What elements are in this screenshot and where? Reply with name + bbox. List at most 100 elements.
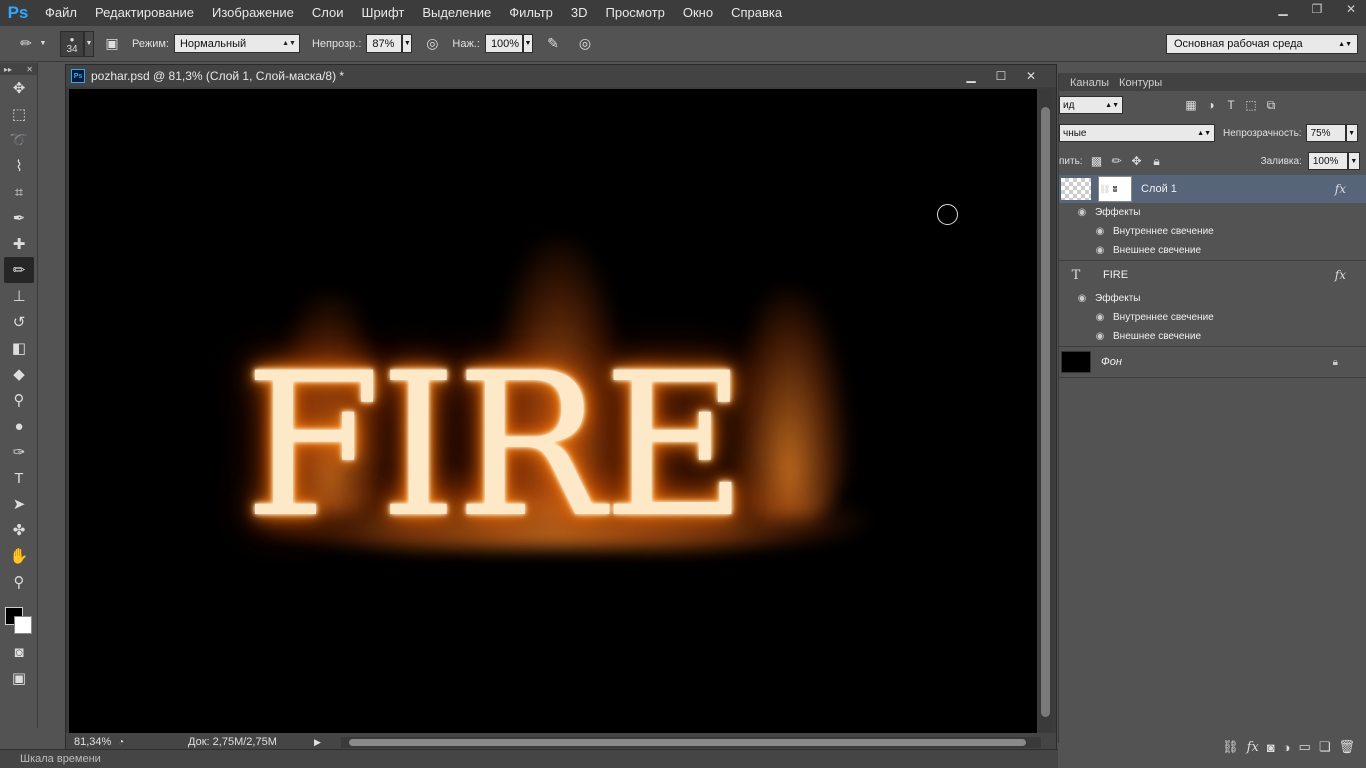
effects-group-row[interactable]: ◉ Эффекты — [1059, 289, 1366, 308]
hand-tool-icon[interactable]: ✋ — [0, 543, 38, 569]
timeline-label[interactable]: Шкала времени — [0, 753, 101, 765]
smart-object-filter-icon[interactable]: ⧉ — [1261, 96, 1281, 114]
shape-filter-icon[interactable]: ⬚ — [1241, 96, 1261, 114]
pixel-filter-icon[interactable]: ▦ — [1181, 96, 1201, 114]
fill-dropdown-icon[interactable]: ▼ — [1347, 152, 1360, 170]
layer-row[interactable]: Фон 🔒︎ — [1059, 347, 1366, 377]
fx-icon[interactable]: fx — [1335, 268, 1346, 282]
tool-preset-dropdown-icon[interactable]: ▼ — [38, 37, 48, 51]
close-panel-icon[interactable]: ✕ — [26, 65, 33, 74]
shape-tool-icon[interactable]: ✤ — [0, 517, 38, 543]
layer-name[interactable]: Слой 1 — [1141, 183, 1177, 195]
effect-row[interactable]: ◉ Внешнее свечение — [1059, 327, 1366, 346]
quick-mask-icon[interactable]: ◙ — [0, 639, 38, 665]
layer-item[interactable]: ⛓ ʬ Слой 1 fx ◉ Эффекты ◉ Внутреннее свече… — [1059, 175, 1366, 261]
workspace-select[interactable]: Основная рабочая среда ▲▼ — [1166, 34, 1358, 54]
tab-paths[interactable]: Контуры — [1114, 75, 1167, 91]
type-filter-icon[interactable]: T — [1221, 96, 1241, 114]
layer-item[interactable]: Фон 🔒︎ — [1059, 347, 1366, 378]
eraser-tool-icon[interactable]: ◧ — [0, 335, 38, 361]
marquee-tool-icon[interactable]: ⬚ — [0, 101, 38, 127]
layer-opacity-dropdown-icon[interactable]: ▼ — [1345, 124, 1358, 142]
menu-layers[interactable]: Слои — [303, 0, 353, 26]
menu-type[interactable]: Шрифт — [353, 0, 414, 26]
zoom-level[interactable]: 81,34% — [66, 736, 118, 748]
eye-icon[interactable]: ◉ — [1093, 312, 1107, 323]
add-mask-icon[interactable]: ◙ — [1267, 740, 1275, 755]
menu-filter[interactable]: Фильтр — [500, 0, 562, 26]
lock-all-icon[interactable]: 🔒︎ — [1147, 152, 1167, 170]
brush-picker-arrow-icon[interactable]: ▼ — [84, 30, 94, 57]
delete-layer-icon[interactable]: 🗑︎ — [1338, 739, 1355, 755]
opacity-dropdown-icon[interactable]: ▼ — [402, 34, 413, 53]
crop-tool-icon[interactable]: ⌗ — [0, 179, 38, 205]
menu-help[interactable]: Справка — [722, 0, 791, 26]
vertical-scrollbar[interactable] — [1039, 89, 1052, 733]
dodge-tool-icon[interactable]: ⚲ — [0, 387, 38, 413]
close-icon[interactable]: ✕ — [1336, 0, 1366, 18]
type-tool-icon[interactable]: T — [0, 465, 38, 491]
vertical-scroll-thumb[interactable] — [1041, 107, 1050, 717]
layer-row[interactable]: ⛓ ʬ Слой 1 fx — [1059, 175, 1366, 203]
quick-select-tool-icon[interactable]: ⌇ — [0, 153, 38, 179]
brush-tool-icon[interactable]: ✏ — [14, 32, 38, 56]
maximize-icon[interactable]: ☐ — [986, 67, 1016, 85]
close-icon[interactable]: ✕ — [1016, 67, 1046, 85]
menu-window[interactable]: Окно — [674, 0, 722, 26]
minimize-icon[interactable]: ▁ — [1268, 0, 1298, 18]
add-style-icon[interactable]: fx — [1247, 740, 1259, 755]
menu-3d[interactable]: 3D — [562, 0, 597, 26]
eye-icon[interactable]: ◉ — [1093, 226, 1107, 237]
healing-brush-tool-icon[interactable]: ✚ — [0, 231, 38, 257]
play-arrow-icon[interactable]: ▶ — [314, 737, 321, 748]
horizontal-scrollbar[interactable] — [341, 737, 1041, 748]
effect-row[interactable]: ◉ Внешнее свечение — [1059, 241, 1366, 260]
new-group-icon[interactable]: ▭ — [1299, 739, 1311, 755]
filter-kind-select[interactable]: ид ▲▼ — [1059, 96, 1123, 114]
lock-transparency-icon[interactable]: ▩ — [1087, 152, 1107, 170]
effect-row[interactable]: ◉ Внутреннее свечение — [1059, 222, 1366, 241]
lasso-tool-icon[interactable]: ➰ — [0, 127, 38, 153]
menu-file[interactable]: Файл — [36, 0, 86, 26]
eye-icon[interactable]: ◉ — [1075, 293, 1089, 304]
mode-select[interactable]: Нормальный ▲▼ — [173, 34, 300, 53]
menu-image[interactable]: Изображение — [203, 0, 303, 26]
lock-pixels-icon[interactable]: ✏ — [1107, 152, 1127, 170]
path-select-tool-icon[interactable]: ➤ — [0, 491, 38, 517]
layer-item[interactable]: T FIRE fx ◉ Эффекты ◉ Внутреннее свечение … — [1059, 261, 1366, 347]
fx-icon[interactable]: fx — [1335, 182, 1346, 196]
adjustment-layer-icon[interactable]: ◑ — [1283, 740, 1291, 755]
expand-icon[interactable]: ▸▸ — [4, 65, 12, 74]
layer-name[interactable]: Фон — [1101, 356, 1122, 368]
restore-icon[interactable]: ❐ — [1302, 0, 1332, 18]
blend-mode-select[interactable]: чные ▲▼ — [1059, 124, 1215, 142]
eye-icon[interactable]: ◉ — [1093, 331, 1107, 342]
layer-opacity-input[interactable]: 75% — [1305, 124, 1346, 142]
zoom-tool-icon[interactable]: ⚲ — [0, 569, 38, 595]
brush-tool-icon[interactable]: ✏ — [4, 257, 34, 283]
move-tool-icon[interactable]: ✥ — [0, 75, 38, 101]
minimize-icon[interactable]: ▁ — [956, 67, 986, 85]
brush-panel-icon[interactable]: ▣ — [100, 32, 124, 56]
history-brush-tool-icon[interactable]: ↺ — [0, 309, 38, 335]
image-canvas[interactable]: FIRE — [69, 89, 1037, 733]
eye-icon[interactable]: ◉ — [1075, 207, 1089, 218]
fill-input[interactable]: 100% — [1307, 152, 1348, 170]
pressure-size-icon[interactable]: ◎ — [573, 32, 597, 56]
horizontal-scroll-thumb[interactable] — [349, 739, 1026, 746]
screen-mode-icon[interactable]: ▣ — [0, 665, 38, 691]
airbrush-icon[interactable]: ✎ — [541, 32, 565, 56]
layer-row[interactable]: T FIRE fx — [1059, 261, 1366, 289]
chain-link-icon[interactable]: ⛓ — [1099, 184, 1110, 195]
layer-name[interactable]: FIRE — [1103, 269, 1128, 281]
effect-row[interactable]: ◉ Внутреннее свечение — [1059, 308, 1366, 327]
eye-icon[interactable]: ◉ — [1093, 245, 1107, 256]
new-layer-icon[interactable]: ❏ — [1319, 739, 1331, 755]
clone-stamp-tool-icon[interactable]: ⊥ — [0, 283, 38, 309]
lock-position-icon[interactable]: ✥ — [1127, 152, 1147, 170]
adjustment-filter-icon[interactable]: ◑ — [1201, 96, 1221, 114]
tab-channels[interactable]: Каналы — [1065, 75, 1114, 91]
menu-edit[interactable]: Редактирование — [86, 0, 203, 26]
pressure-dropdown-icon[interactable]: ▼ — [522, 34, 533, 53]
menu-select[interactable]: Выделение — [413, 0, 500, 26]
